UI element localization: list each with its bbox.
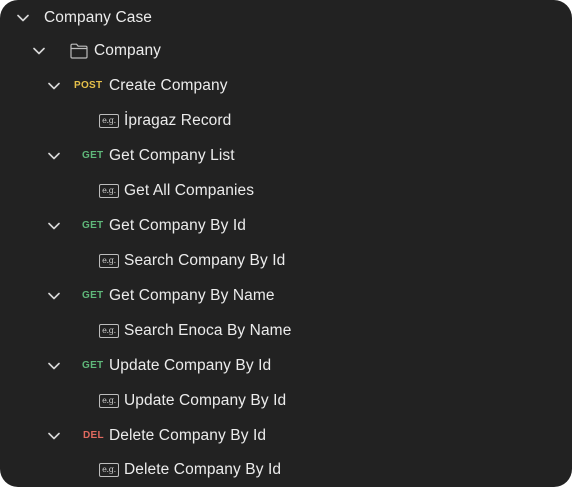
request-item-get-company-by-name[interactable]: GET Get Company By Name (0, 278, 572, 313)
request-label: Get Company By Id (109, 216, 246, 234)
collection-item-company-case[interactable]: Company Case (0, 0, 572, 35)
request-label: Get Company List (109, 146, 235, 164)
chevron-down-icon[interactable] (47, 359, 61, 373)
example-label: Search Company By Id (124, 251, 286, 269)
request-label: Create Company (109, 76, 228, 94)
request-item-create-company[interactable]: POST Create Company (0, 68, 572, 103)
example-icon: e.g. (99, 253, 119, 268)
example-label: Get All Companies (124, 181, 255, 199)
collection-sidebar: Company Case Company POST Create Company… (0, 0, 572, 487)
request-item-update-company-by-id[interactable]: GET Update Company By Id (0, 348, 572, 383)
example-icon: e.g. (99, 183, 119, 198)
request-item-get-company-by-id[interactable]: GET Get Company By Id (0, 208, 572, 243)
request-item-get-company-list[interactable]: GET Get Company List (0, 138, 572, 173)
example-item[interactable]: e.g. Get All Companies (0, 173, 572, 208)
example-icon: e.g. (99, 113, 119, 128)
example-item[interactable]: e.g. İpragaz Record (0, 103, 572, 138)
method-badge-del: DEL (83, 430, 104, 441)
request-label: Get Company By Name (109, 286, 275, 304)
example-icon: e.g. (99, 393, 119, 408)
folder-icon (70, 43, 88, 59)
example-item[interactable]: e.g. Delete Company By Id (0, 452, 572, 487)
example-icon: e.g. (99, 323, 119, 338)
method-badge-get: GET (82, 150, 104, 161)
folder-label: Company (94, 41, 162, 59)
method-badge-get: GET (82, 360, 104, 371)
chevron-down-icon[interactable] (16, 11, 30, 25)
chevron-down-icon[interactable] (47, 429, 61, 443)
chevron-down-icon[interactable] (47, 79, 61, 93)
example-icon: e.g. (99, 462, 119, 477)
example-label: Delete Company By Id (124, 460, 282, 478)
chevron-down-icon[interactable] (47, 289, 61, 303)
request-label: Update Company By Id (109, 356, 272, 374)
chevron-down-icon[interactable] (47, 149, 61, 163)
example-item[interactable]: e.g. Search Company By Id (0, 243, 572, 278)
chevron-down-icon[interactable] (32, 44, 46, 58)
request-label: Delete Company By Id (109, 426, 267, 444)
example-item[interactable]: e.g. Search Enoca By Name (0, 313, 572, 348)
chevron-down-icon[interactable] (47, 219, 61, 233)
example-label: Search Enoca By Name (124, 321, 292, 339)
example-item[interactable]: e.g. Update Company By Id (0, 383, 572, 418)
folder-item-company[interactable]: Company (0, 33, 572, 68)
method-badge-get: GET (82, 290, 104, 301)
collection-label: Company Case (44, 8, 153, 26)
example-label: Update Company By Id (124, 391, 287, 409)
request-item-delete-company-by-id[interactable]: DEL Delete Company By Id (0, 418, 572, 453)
example-label: İpragaz Record (124, 111, 232, 129)
method-badge-post: POST (74, 80, 103, 91)
method-badge-get: GET (82, 220, 104, 231)
